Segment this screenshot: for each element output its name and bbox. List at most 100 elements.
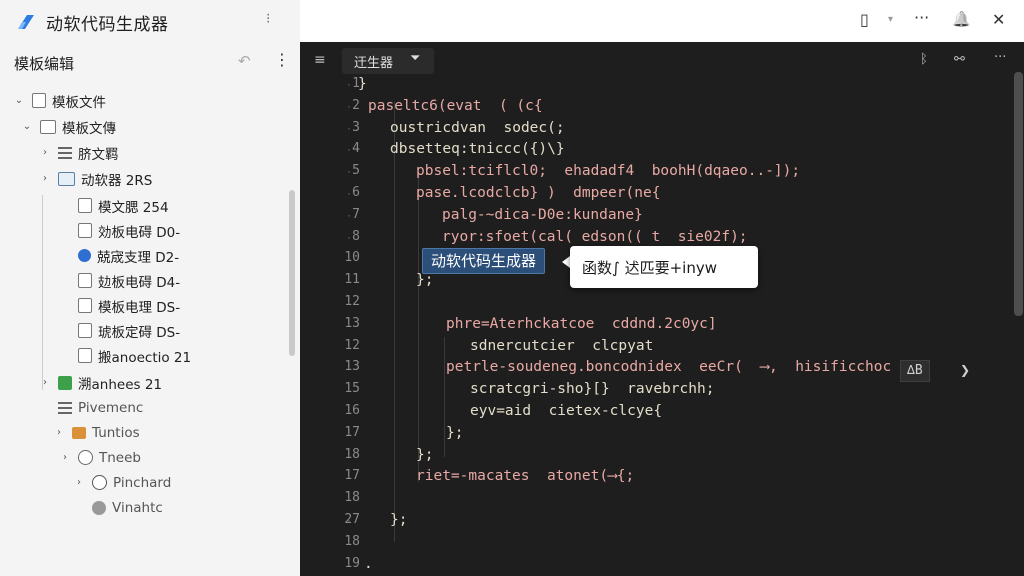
tree-item[interactable]: 効板电碍 D0-	[58, 218, 180, 243]
tree-item[interactable]: 攰板电碍 D4-	[58, 268, 180, 293]
code-line[interactable]: paseltc6(evat ( (c{	[368, 98, 543, 114]
chevron-right-icon[interactable]: ›	[38, 147, 52, 158]
layout-icon[interactable]: ▯	[860, 10, 869, 29]
tree-item-label: 模板电理 DS-	[98, 299, 181, 316]
file-icon	[78, 323, 92, 338]
tree-item[interactable]: ⌄ 模板文件	[12, 88, 106, 113]
code-line[interactable]: };	[446, 425, 463, 441]
green-icon	[58, 375, 72, 390]
code-line[interactable]: phre=Aterhckatcoe cddnd.2c0yc]	[446, 316, 717, 332]
tree-indent-guide	[42, 195, 43, 390]
fold-marker: ·	[346, 516, 353, 527]
orange-icon	[72, 426, 86, 439]
tree-item[interactable]: Vinahtc	[72, 495, 163, 520]
editor-tab[interactable]: 迀生器 ⏷	[342, 48, 434, 74]
inline-suggestion[interactable]: ∆B	[900, 360, 930, 382]
chevron-right-icon[interactable]: ›	[58, 452, 72, 463]
link-icon[interactable]: ⚯	[954, 52, 965, 67]
editor-scrollbar[interactable]	[1014, 72, 1023, 316]
tree-item[interactable]: › 动软器 2RS	[38, 166, 152, 191]
left-scrollbar[interactable]	[289, 190, 295, 356]
line-number: 15	[344, 381, 360, 397]
line-number: 17	[344, 468, 360, 484]
code-line[interactable]: ryor:sfoet(cal( edson(( t sie02f);	[442, 229, 748, 245]
tree-item[interactable]: › 脐文羁	[38, 140, 119, 165]
tree-item[interactable]: ⌄ 模板文傳	[20, 114, 116, 139]
app-menu-icon[interactable]: ⁝	[266, 11, 270, 27]
tree-item-label: Tuntios	[92, 424, 140, 441]
chevron-right-icon[interactable]: ›	[38, 173, 52, 184]
chevron-right-icon[interactable]: ›	[38, 377, 52, 388]
code-line[interactable]: .	[364, 556, 373, 572]
fold-marker: ·	[346, 319, 353, 331]
tree-item[interactable]: › Pinchard	[72, 470, 171, 495]
code-line[interactable]: petrle-soudeneg.boncodnidex eeCr( ⟶, his…	[446, 359, 891, 375]
split-icon[interactable]: ᛒ	[920, 52, 928, 67]
bell-icon[interactable]: 🔔	[952, 10, 971, 28]
tree-item[interactable]: 琥板定碍 DS-	[58, 318, 180, 343]
top-toolbar: ▯ ▾ ··· 🔔 ✕	[300, 0, 1024, 42]
chevron-down-icon[interactable]: ⌄	[20, 121, 34, 132]
tree-item[interactable]: › Tneeb	[58, 445, 141, 470]
tree-item-label: 动软器 2RS	[81, 172, 153, 189]
tree-item[interactable]: 兢宬支理 D2-	[58, 243, 179, 268]
code-line[interactable]: oustricdvan sodec(;	[390, 120, 565, 136]
code-line[interactable]: };	[416, 272, 433, 288]
fold-marker: ·	[346, 450, 353, 462]
code-line[interactable]: pase.lcodclcb} ) dmpeer(ne{	[416, 185, 660, 201]
fold-marker: ·	[346, 341, 353, 353]
line-number: 27	[344, 512, 360, 527]
code-editor[interactable]: ≡ 迀生器 ⏷ ᛒ ⚯ ··· 1 · 2 · 3 · 4 · 5 · 6 · 7 · 8 · 10 · 11 · 12…	[300, 42, 1024, 576]
line-number: 10	[344, 250, 360, 266]
tree-item[interactable]: › Tuntios	[52, 420, 140, 445]
suggestion-chevron-icon[interactable]: ❯	[960, 363, 970, 377]
chevron-right-icon[interactable]: ›	[52, 427, 66, 438]
chevron-right-icon[interactable]: ›	[72, 477, 86, 488]
code-line[interactable]: }	[358, 76, 367, 92]
kebab-menu-icon[interactable]: ⋮	[274, 50, 290, 69]
tooltip-pointer	[562, 256, 570, 268]
code-line[interactable]: };	[416, 447, 433, 463]
code-line[interactable]: riet=-macates atonet(⟶{;	[416, 468, 634, 484]
filter-icon[interactable]: ⏷	[410, 51, 420, 66]
tree-item[interactable]: › 溯anhees 21	[38, 370, 162, 395]
tree-item-label: Pinchard	[113, 474, 172, 491]
tooltip-text: 函数∫ 迖匹要+inyw	[582, 259, 717, 277]
blue-badge-icon	[78, 249, 91, 262]
indent-guide	[444, 337, 445, 457]
line-number: 19	[344, 555, 360, 571]
code-line[interactable]: dbsetteq:tniccc({)\}	[390, 141, 565, 157]
fold-marker: ·	[346, 298, 353, 309]
highlighted-token[interactable]: 动软代码生成器	[422, 248, 546, 274]
tree-item-label: 模板文傳	[62, 120, 116, 137]
layout-caret-icon[interactable]: ▾	[888, 14, 893, 25]
chevron-down-icon[interactable]: ⌄	[12, 95, 26, 106]
more-icon[interactable]: ···	[914, 8, 929, 27]
fold-marker: ·	[346, 167, 353, 179]
gear-icon	[92, 475, 107, 490]
circle-icon	[78, 450, 93, 465]
folder-blue-icon	[58, 171, 75, 186]
editor-tab-label: 迀生器	[354, 56, 394, 71]
code-line[interactable]: sdnercutcier clcpyat	[470, 338, 653, 354]
fold-marker: ·	[346, 232, 353, 244]
tree-item[interactable]: 搬anoectio 21	[58, 343, 191, 368]
code-line[interactable]: pbsel:tciflcl0; ehadadf4 boohH(dqaeo..-]…	[416, 163, 800, 179]
fold-marker: ·	[346, 407, 353, 418]
code-line[interactable]: scratcgri-sho}[} ravebrchh;	[470, 381, 714, 397]
code-line[interactable]: palg-~dica-D0e:kundane}	[442, 207, 643, 223]
code-line[interactable]: };	[390, 512, 407, 528]
file-icon	[78, 198, 92, 213]
line-number: 12	[344, 294, 360, 309]
fold-marker: ·	[346, 559, 353, 571]
close-icon[interactable]: ✕	[992, 10, 1005, 29]
tree-item[interactable]: 模板电理 DS-	[58, 293, 180, 318]
tree-item[interactable]: Pivemenc	[38, 395, 143, 420]
undo-icon[interactable]: ↶	[238, 52, 251, 70]
folder-icon	[40, 119, 56, 134]
editor-more-icon[interactable]: ···	[994, 50, 1006, 65]
tree-item[interactable]: 模文腮 254	[58, 193, 169, 218]
editor-menu-icon[interactable]: ≡	[314, 52, 326, 68]
code-line[interactable]: eyv=aid cietex-clcye{	[470, 403, 662, 419]
tree-item-label: Pivemenc	[78, 399, 144, 416]
